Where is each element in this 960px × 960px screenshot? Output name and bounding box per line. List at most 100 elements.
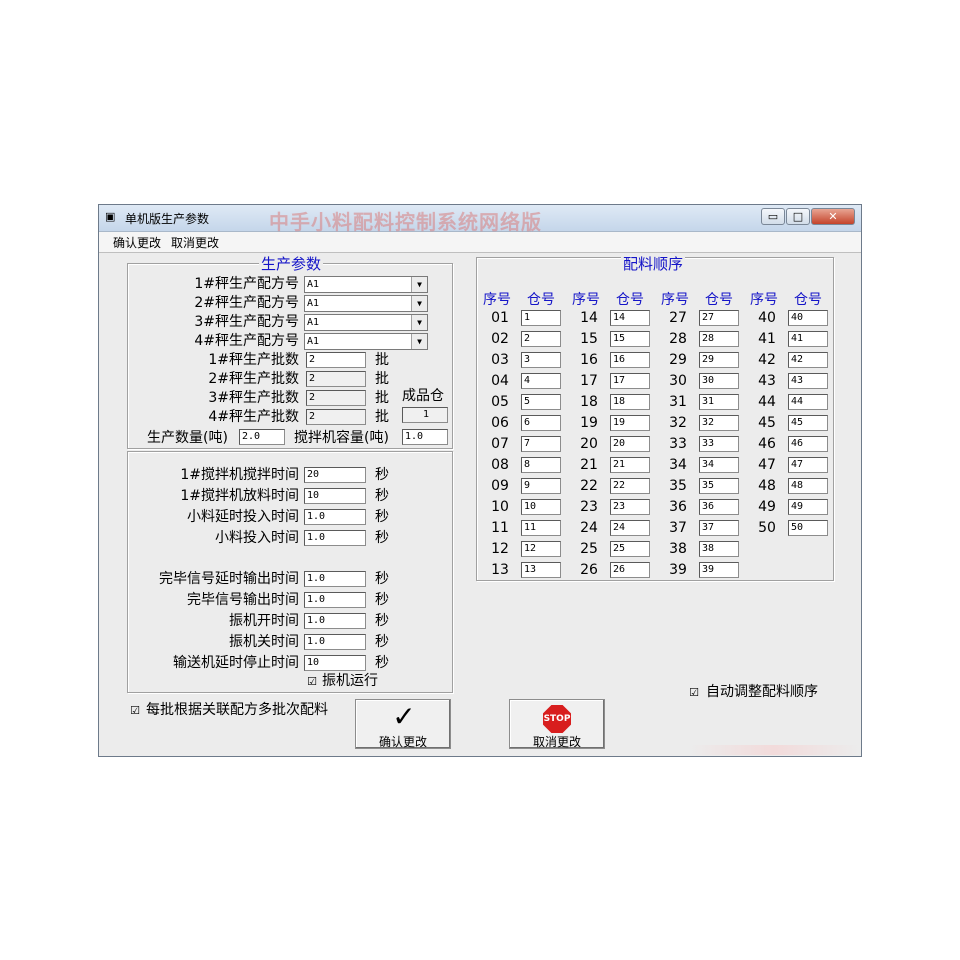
production-qty-field[interactable]: 2.0 xyxy=(239,429,285,445)
bin-field[interactable]: 19 xyxy=(610,415,650,431)
timing-field[interactable]: 20 xyxy=(304,467,366,483)
timing-field[interactable]: 1.0 xyxy=(304,509,366,525)
auto-adjust-checkbox[interactable]: ☑ xyxy=(688,687,700,699)
bin-field[interactable]: 43 xyxy=(788,373,828,389)
bin-field[interactable]: 24 xyxy=(610,520,650,536)
bin-field[interactable]: 14 xyxy=(610,310,650,326)
cancel-button[interactable]: STOP 取消更改 xyxy=(509,699,605,749)
timing-field[interactable]: 1.0 xyxy=(304,530,366,546)
bin-field[interactable]: 4 xyxy=(521,373,561,389)
decorative-strip xyxy=(689,745,859,755)
recipe-select[interactable]: A1 ▼ xyxy=(304,314,428,331)
bin-field[interactable]: 47 xyxy=(788,457,828,473)
timing-field[interactable]: 1.0 xyxy=(304,613,366,629)
bin-field[interactable]: 1 xyxy=(521,310,561,326)
bin-field[interactable]: 39 xyxy=(699,562,739,578)
menu-confirm[interactable]: 确认更改 xyxy=(113,234,161,251)
bin-field[interactable]: 34 xyxy=(699,457,739,473)
bin-field[interactable]: 23 xyxy=(610,499,650,515)
seq-number: 41 xyxy=(758,331,776,347)
bin-field[interactable]: 29 xyxy=(699,352,739,368)
bin-field[interactable]: 10 xyxy=(521,499,561,515)
minimize-button[interactable]: ▭ xyxy=(761,208,785,225)
bin-field[interactable]: 9 xyxy=(521,478,561,494)
recipe-label: 4#秤生产配方号 xyxy=(194,333,299,349)
seq-number: 36 xyxy=(669,499,687,515)
bin-field[interactable]: 6 xyxy=(521,415,561,431)
bin-field[interactable]: 37 xyxy=(699,520,739,536)
bin-field[interactable]: 7 xyxy=(521,436,561,452)
close-button[interactable]: ✕ xyxy=(811,208,855,225)
seq-number: 05 xyxy=(491,394,509,410)
bin-field[interactable]: 50 xyxy=(788,520,828,536)
bin-field[interactable]: 11 xyxy=(521,520,561,536)
bin-field[interactable]: 48 xyxy=(788,478,828,494)
bin-field[interactable]: 13 xyxy=(521,562,561,578)
bin-field[interactable]: 45 xyxy=(788,415,828,431)
bin-field[interactable]: 40 xyxy=(788,310,828,326)
bin-field[interactable]: 49 xyxy=(788,499,828,515)
seq-number: 08 xyxy=(491,457,509,473)
bin-field[interactable]: 27 xyxy=(699,310,739,326)
timing-field[interactable]: 10 xyxy=(304,655,366,671)
bin-field[interactable]: 46 xyxy=(788,436,828,452)
bin-field[interactable]: 20 xyxy=(610,436,650,452)
multi-batch-checkbox[interactable]: ☑ xyxy=(129,705,141,717)
vibrator-run-checkbox[interactable]: ☑ xyxy=(306,676,318,688)
confirm-button-label: 确认更改 xyxy=(378,735,427,749)
bin-field[interactable]: 38 xyxy=(699,541,739,557)
batch-field[interactable]: 2 xyxy=(306,409,366,425)
batch-field[interactable]: 2 xyxy=(306,352,366,368)
bin-field[interactable]: 21 xyxy=(610,457,650,473)
bin-field[interactable]: 8 xyxy=(521,457,561,473)
maximize-button[interactable]: □ xyxy=(786,208,810,225)
bin-field[interactable]: 31 xyxy=(699,394,739,410)
bin-field[interactable]: 33 xyxy=(699,436,739,452)
chevron-down-icon[interactable]: ▼ xyxy=(411,334,427,349)
bin-field[interactable]: 41 xyxy=(788,331,828,347)
timing-field[interactable]: 1.0 xyxy=(304,571,366,587)
bin-field[interactable]: 35 xyxy=(699,478,739,494)
recipe-select[interactable]: A1 ▼ xyxy=(304,333,428,350)
bin-field[interactable]: 30 xyxy=(699,373,739,389)
recipe-select[interactable]: A1 ▼ xyxy=(304,295,428,312)
seq-number: 31 xyxy=(669,394,687,410)
bin-field[interactable]: 3 xyxy=(521,352,561,368)
bin-field[interactable]: 16 xyxy=(610,352,650,368)
seq-number: 42 xyxy=(758,352,776,368)
bin-field[interactable]: 32 xyxy=(699,415,739,431)
bin-field[interactable]: 26 xyxy=(610,562,650,578)
chevron-down-icon[interactable]: ▼ xyxy=(411,296,427,311)
title-bar[interactable]: ▣ 单机版生产参数 中手小料配料控制系统网络版 ▭ □ ✕ xyxy=(99,205,861,234)
timing-field[interactable]: 1.0 xyxy=(304,634,366,650)
mixer-capacity-field[interactable]: 1.0 xyxy=(402,429,448,445)
finished-bin-label: 成品仓 xyxy=(402,388,444,404)
recipe-select[interactable]: A1 ▼ xyxy=(304,276,428,293)
seq-number: 28 xyxy=(669,331,687,347)
bin-field[interactable]: 2 xyxy=(521,331,561,347)
bin-field[interactable]: 17 xyxy=(610,373,650,389)
bin-field[interactable]: 25 xyxy=(610,541,650,557)
bin-field[interactable]: 22 xyxy=(610,478,650,494)
bin-field[interactable]: 5 xyxy=(521,394,561,410)
confirm-button[interactable]: ✓ 确认更改 xyxy=(355,699,451,749)
chevron-down-icon[interactable]: ▼ xyxy=(411,277,427,292)
seq-number: 20 xyxy=(580,436,598,452)
timing-unit: 秒 xyxy=(375,488,389,504)
bin-field[interactable]: 44 xyxy=(788,394,828,410)
timing-field[interactable]: 1.0 xyxy=(304,592,366,608)
bin-field[interactable]: 12 xyxy=(521,541,561,557)
menu-cancel[interactable]: 取消更改 xyxy=(171,234,219,251)
chevron-down-icon[interactable]: ▼ xyxy=(411,315,427,330)
seq-number: 45 xyxy=(758,415,776,431)
bin-field[interactable]: 18 xyxy=(610,394,650,410)
finished-bin-field[interactable]: 1 xyxy=(402,407,448,423)
bin-field[interactable]: 42 xyxy=(788,352,828,368)
bin-field[interactable]: 15 xyxy=(610,331,650,347)
batch-field[interactable]: 2 xyxy=(306,390,366,406)
bin-field[interactable]: 36 xyxy=(699,499,739,515)
bin-field[interactable]: 28 xyxy=(699,331,739,347)
batch-field[interactable]: 2 xyxy=(306,371,366,387)
timing-field[interactable]: 10 xyxy=(304,488,366,504)
seq-number: 38 xyxy=(669,541,687,557)
